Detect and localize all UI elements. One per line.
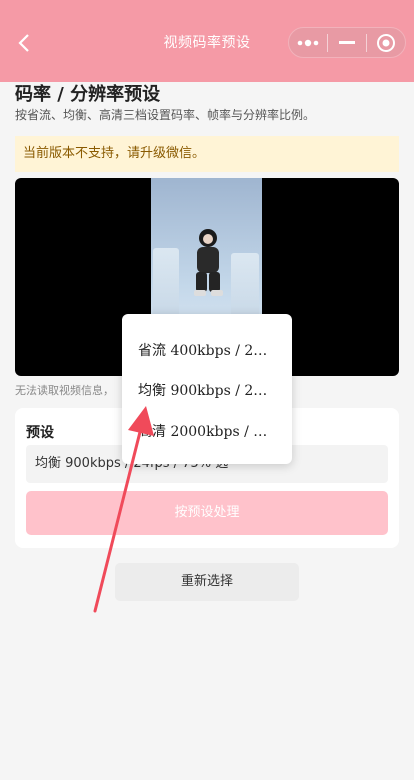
reselect-button[interactable]: 重新选择	[115, 563, 299, 601]
option-save-data[interactable]: 省流 400kbps / 2…	[138, 340, 278, 360]
version-warning: 当前版本不支持，请升级微信。	[15, 136, 399, 172]
option-balanced[interactable]: 均衡 900kbps / 2…	[138, 380, 278, 400]
navigation-bar: 视频码率预设	[0, 0, 414, 82]
page-title: 码率 / 分辨率预设	[15, 84, 161, 105]
child-figure	[194, 229, 223, 296]
video-info-note: 无法读取视频信息，	[15, 384, 114, 397]
target-circle-icon[interactable]	[367, 28, 405, 57]
mini-program-capsule	[288, 27, 406, 58]
option-hd[interactable]: 高清 2000kbps / …	[138, 421, 278, 441]
preset-label: 预设	[26, 425, 54, 441]
preset-dropdown: 省流 400kbps / 2… 均衡 900kbps / 2… 高清 2000k…	[122, 314, 292, 464]
page-subtitle: 按省流、均衡、高清三档设置码率、帧率与分辨率比例。	[15, 108, 316, 122]
process-button[interactable]: 按预设处理	[26, 491, 388, 535]
more-dots-icon[interactable]	[289, 28, 327, 57]
minus-icon[interactable]	[328, 28, 366, 57]
